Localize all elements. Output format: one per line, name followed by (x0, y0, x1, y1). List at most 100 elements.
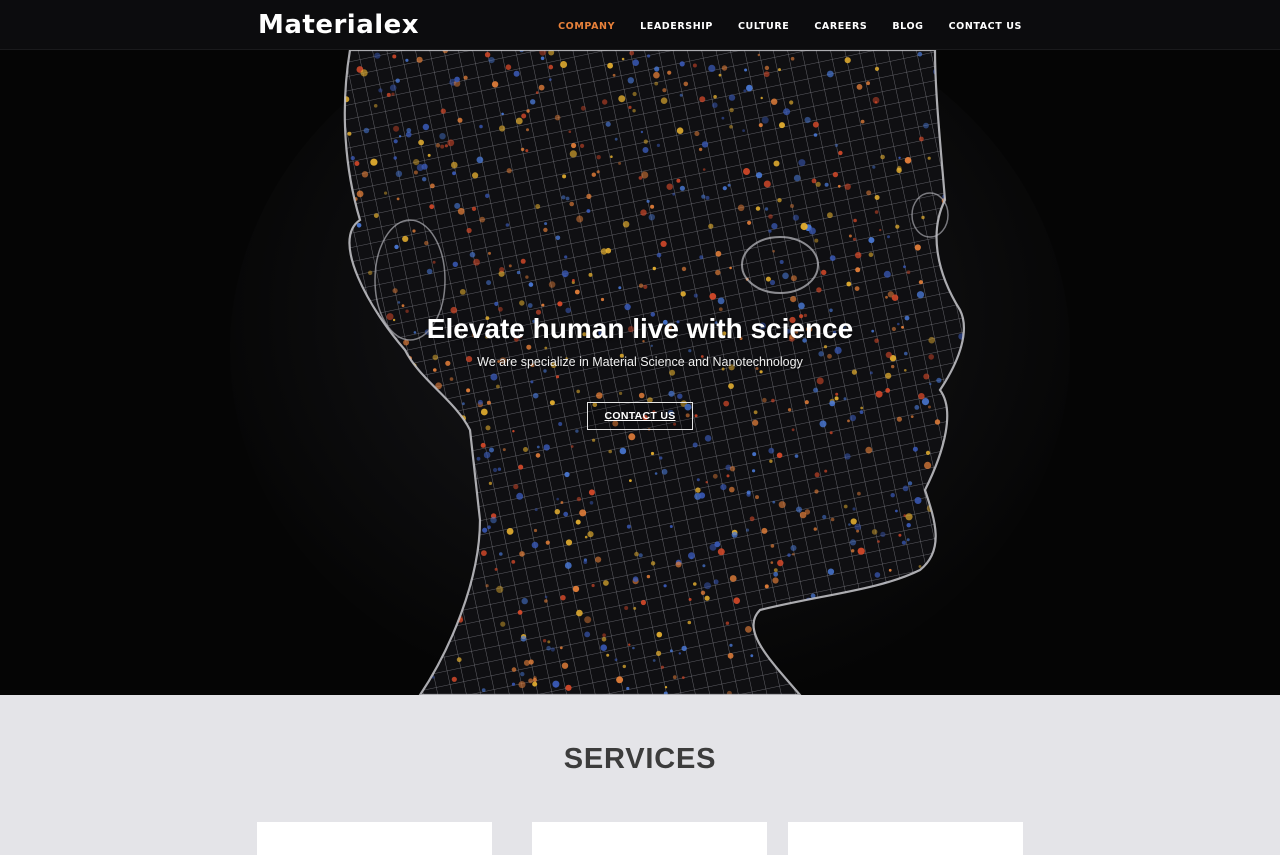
nav-link-contact-us[interactable]: CONTACT US (949, 21, 1022, 32)
particle-dot (632, 576, 639, 582)
particle-dot (532, 681, 538, 687)
particle-dot (891, 294, 899, 301)
particle-dot (772, 500, 776, 504)
particle-dot (816, 287, 822, 293)
particle-dot (584, 631, 591, 638)
service-card[interactable] (532, 822, 767, 855)
particle-dot (457, 207, 465, 215)
particle-dot (592, 438, 596, 442)
service-card[interactable] (788, 822, 1023, 855)
particle-dot (518, 681, 526, 689)
particle-dot (790, 275, 797, 282)
particle-dot (451, 161, 458, 169)
particle-dot (896, 165, 902, 171)
particle-dot (386, 92, 391, 97)
particle-dot (906, 538, 910, 542)
particle-dot (654, 81, 659, 86)
particle-dot (626, 686, 630, 691)
particle-dot (687, 620, 692, 625)
particle-dot (822, 514, 827, 520)
particle-dot (844, 57, 851, 64)
particle-dot (454, 76, 460, 83)
nav-link-company[interactable]: COMPANY (558, 21, 615, 32)
particle-dot (584, 535, 588, 539)
particle-dot (829, 431, 833, 435)
particle-dot (715, 269, 721, 276)
particle-dot (755, 495, 759, 500)
logo[interactable]: Materialex (258, 9, 419, 41)
particle-dot (466, 227, 472, 234)
particle-dot (393, 125, 400, 132)
particle-dot (871, 529, 878, 535)
particle-dot (596, 170, 600, 174)
nav-link-careers[interactable]: CAREERS (814, 21, 867, 32)
particle-dot (855, 267, 861, 273)
particle-dot (525, 149, 529, 153)
particle-dot (533, 676, 537, 680)
particle-dot (752, 469, 756, 473)
particle-dot (702, 168, 706, 171)
particle-dot (885, 295, 888, 299)
contact-us-button[interactable]: CONTACT US (587, 402, 693, 430)
particle-dot (554, 684, 558, 688)
particle-dot (829, 255, 836, 261)
particle-dot (790, 545, 797, 551)
particle-dot (347, 131, 352, 136)
particle-dot (494, 567, 498, 571)
particle-dot (680, 291, 686, 297)
particle-dot (778, 68, 781, 72)
particle-dot (534, 508, 538, 512)
particle-dot (654, 472, 658, 475)
particle-dot (721, 116, 725, 120)
particle-dot (550, 647, 555, 652)
particle-dot (727, 652, 734, 659)
particle-dot (827, 568, 835, 575)
particle-dot (720, 484, 727, 491)
particle-dot (506, 528, 514, 535)
particle-dot (718, 307, 723, 312)
particle-dot (750, 654, 754, 658)
particle-dot (432, 260, 436, 264)
particle-dot (422, 123, 430, 131)
nav-link-leadership[interactable]: LEADERSHIP (640, 21, 713, 32)
particle-dot (838, 150, 843, 156)
particle-dot (508, 264, 512, 268)
particle-dot (469, 251, 476, 258)
particle-dot (898, 156, 901, 159)
particle-dot (887, 235, 890, 239)
particle-dot (761, 527, 768, 534)
particle-dot (872, 96, 880, 104)
nav-item-careers: CAREERS (814, 16, 867, 34)
particle-dot (757, 53, 760, 57)
particle-dot (528, 282, 534, 287)
particle-dot (664, 686, 668, 689)
particle-dot (702, 564, 706, 568)
particle-dot (676, 178, 681, 183)
particle-dot (650, 561, 656, 566)
particle-dot (772, 577, 779, 584)
nav-link-blog[interactable]: BLOG (892, 21, 923, 32)
nav-link-culture[interactable]: CULTURE (738, 21, 789, 32)
particle-dot (692, 442, 698, 448)
service-card[interactable] (257, 822, 492, 855)
particle-dot (824, 469, 828, 473)
particle-dot (678, 652, 681, 655)
particle-dot (763, 71, 770, 78)
top-navbar: Materialex COMPANY LEADERSHIP CULTURE CA… (0, 0, 1280, 50)
particle-dot (632, 109, 636, 113)
particle-dot (902, 485, 909, 492)
particle-dot (701, 194, 706, 199)
particle-dot (880, 154, 885, 160)
particle-dot (761, 116, 769, 124)
particle-dot (865, 446, 873, 454)
particle-dot (418, 139, 424, 146)
particle-dot (638, 176, 643, 180)
particle-dot (898, 533, 902, 537)
particle-dot (844, 183, 851, 190)
particle-dot (607, 62, 613, 69)
particle-dot (814, 489, 819, 494)
particle-dot (392, 288, 398, 294)
particle-dot (546, 645, 551, 651)
particle-dot (511, 682, 516, 686)
particle-dot (883, 270, 891, 278)
